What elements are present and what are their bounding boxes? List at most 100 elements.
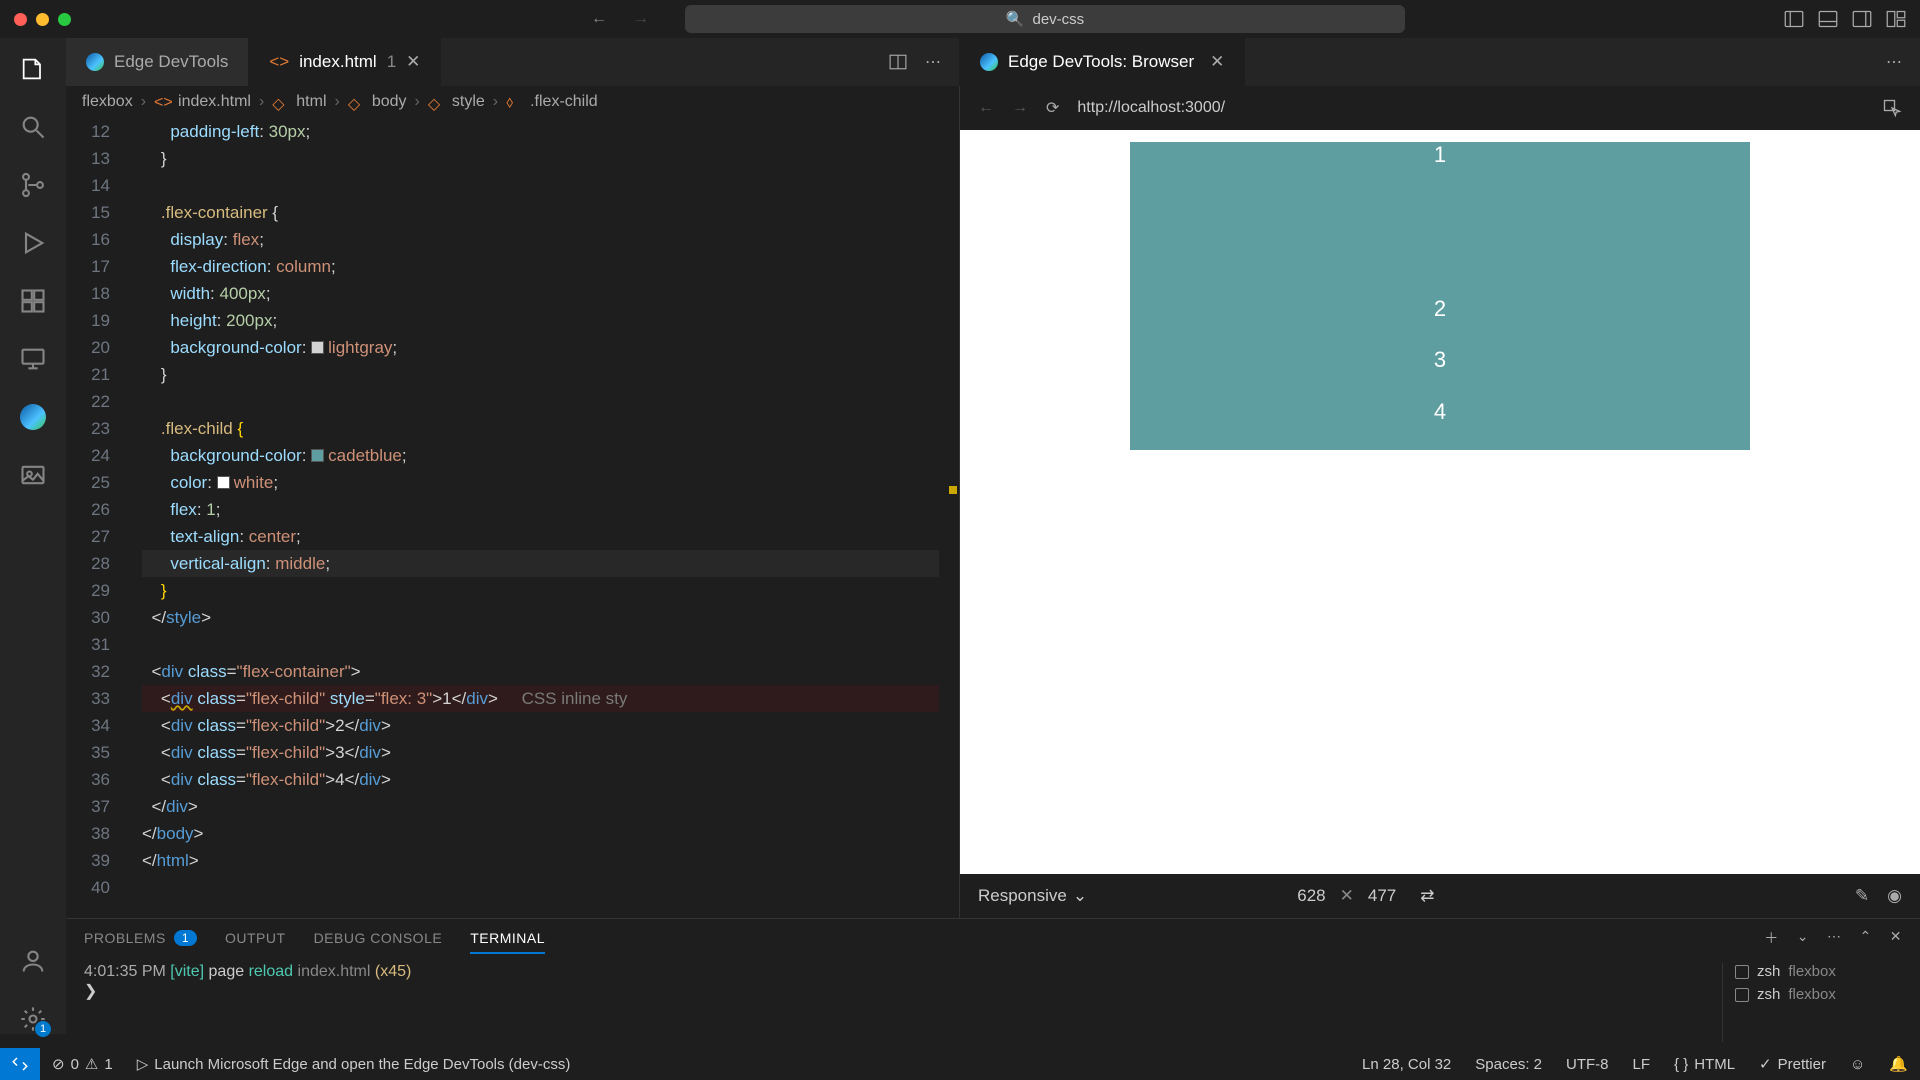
search-icon[interactable] [18, 112, 48, 142]
tab-label: Edge DevTools [114, 52, 228, 72]
url-bar[interactable]: http://localhost:3000/ [1077, 99, 1225, 117]
extensions-icon[interactable] [18, 286, 48, 316]
crumb[interactable]: flexbox [82, 93, 133, 111]
status-prettier[interactable]: ✓Prettier [1747, 1055, 1838, 1073]
crumb[interactable]: index.html [178, 93, 251, 111]
tab-edge-devtools[interactable]: Edge DevTools [66, 38, 249, 86]
inspect-icon[interactable] [1882, 98, 1902, 118]
tab-modified-count: 1 [387, 52, 396, 72]
close-icon[interactable]: ✕ [406, 52, 420, 72]
browser-back-icon[interactable]: ← [978, 99, 994, 117]
close-window[interactable] [14, 13, 27, 26]
settings-icon[interactable]: 1 [18, 1004, 48, 1034]
account-icon[interactable] [18, 946, 48, 976]
minimap-warning-marker [949, 486, 957, 494]
split-editor-icon[interactable] [889, 53, 907, 71]
remote-indicator[interactable] [0, 1048, 40, 1080]
terminal-entry[interactable]: zsh flexbox [1735, 963, 1902, 980]
edge-icon [86, 53, 104, 71]
terminal-list: zsh flexbox zsh flexbox [1722, 963, 1902, 1042]
media-icon[interactable] [18, 460, 48, 490]
more-icon[interactable]: ⋯ [1886, 52, 1902, 72]
tab-terminal[interactable]: TERMINAL [470, 930, 545, 954]
css-class-icon: ⬨ [506, 94, 522, 110]
maximize-panel-icon[interactable]: ⌃ [1860, 928, 1872, 948]
crumb[interactable]: html [296, 93, 326, 111]
status-spaces[interactable]: Spaces: 2 [1463, 1055, 1554, 1073]
status-encoding[interactable]: UTF-8 [1554, 1055, 1621, 1073]
remote-explorer-icon[interactable] [18, 344, 48, 374]
record-icon[interactable]: ◉ [1887, 886, 1902, 906]
breadcrumbs[interactable]: flexbox› <>index.html› ◇html› ◇body› ◇st… [66, 86, 959, 118]
nav-back-icon[interactable]: ← [591, 10, 607, 28]
swap-dimensions-icon[interactable]: ⇄ [1420, 886, 1434, 906]
tab-index-html[interactable]: <> index.html 1 ✕ [249, 38, 441, 86]
close-icon[interactable]: ✕ [1210, 52, 1224, 72]
status-errors[interactable]: ⊘0 ⚠1 [40, 1055, 125, 1073]
terminal[interactable]: 4:01:35 PM [vite] page reload index.html… [66, 957, 1920, 1048]
preview-child: 3 [1130, 347, 1750, 398]
tab-edge-browser[interactable]: Edge DevTools: Browser ✕ [960, 38, 1245, 86]
reload-icon[interactable]: ⟳ [1046, 98, 1059, 118]
terminal-time: 4:01:35 PM [84, 963, 166, 980]
eyedropper-icon[interactable]: ✎ [1855, 886, 1869, 906]
check-icon: ✓ [1759, 1055, 1772, 1073]
symbol-icon: ◇ [428, 94, 444, 110]
close-icon: ✕ [1340, 886, 1354, 906]
explorer-icon[interactable] [18, 54, 48, 84]
chevron-down-icon[interactable]: ⌄ [1797, 928, 1809, 948]
crumb[interactable]: style [452, 93, 485, 111]
tab-output[interactable]: OUTPUT [225, 930, 286, 946]
browser-viewport[interactable]: 1 2 3 4 [960, 130, 1920, 874]
close-panel-icon[interactable]: ✕ [1890, 928, 1902, 948]
symbol-icon: ◇ [348, 94, 364, 110]
bottom-panel: PROBLEMS 1 OUTPUT DEBUG CONSOLE TERMINAL… [66, 918, 1920, 1048]
status-launch[interactable]: ▷Launch Microsoft Edge and open the Edge… [125, 1055, 583, 1073]
browser-pane: ← → ⟳ http://localhost:3000/ 1 2 3 4 Res… [960, 86, 1920, 918]
shell-icon [1735, 965, 1749, 979]
crumb[interactable]: body [372, 93, 407, 111]
browser-forward-icon[interactable]: → [1012, 99, 1028, 117]
device-toolbar: Responsive ⌄ 628 ✕ 477 ⇄ ✎ ◉ [960, 874, 1920, 918]
activity-bar: 1 [0, 38, 66, 1034]
command-center[interactable]: 🔍 dev-css [685, 5, 1405, 33]
status-lang[interactable]: { } HTML [1662, 1055, 1747, 1073]
crumb[interactable]: .flex-child [530, 93, 598, 111]
panel-right-icon[interactable] [1852, 9, 1872, 29]
terminal-entry[interactable]: zsh flexbox [1735, 986, 1902, 1003]
preview-child: 1 [1130, 142, 1750, 296]
problems-badge: 1 [174, 930, 197, 946]
edge-icon [980, 53, 998, 71]
new-terminal-icon[interactable]: ＋ [1764, 928, 1779, 948]
minimize-window[interactable] [36, 13, 49, 26]
html-file-icon: <> [269, 52, 289, 72]
nav-forward-icon[interactable]: → [633, 10, 649, 28]
status-feedback-icon[interactable]: ☺ [1838, 1055, 1877, 1073]
settings-badge: 1 [35, 1021, 51, 1037]
more-icon[interactable]: ⋯ [1827, 928, 1842, 948]
code-icon: { } [1674, 1056, 1688, 1073]
error-icon: ⊘ [52, 1055, 65, 1073]
more-icon[interactable]: ⋯ [925, 52, 941, 72]
code-editor[interactable]: 1213141516171819202122232425262728293031… [66, 118, 959, 918]
device-mode-select[interactable]: Responsive ⌄ [978, 886, 1087, 906]
preview-child: 4 [1130, 399, 1750, 450]
terminal-prompt: ❯ [84, 983, 97, 1000]
symbol-icon: ◇ [272, 94, 288, 110]
tab-label: Edge DevTools: Browser [1008, 52, 1194, 72]
maximize-window[interactable] [58, 13, 71, 26]
tab-problems[interactable]: PROBLEMS 1 [84, 930, 197, 946]
status-eol[interactable]: LF [1621, 1055, 1663, 1073]
status-cursor[interactable]: Ln 28, Col 32 [1350, 1055, 1463, 1073]
viewport-width[interactable]: 628 [1297, 886, 1325, 906]
debug-icon[interactable] [18, 228, 48, 258]
panel-left-icon[interactable] [1784, 9, 1804, 29]
edge-devtools-icon[interactable] [18, 402, 48, 432]
panel-bottom-icon[interactable] [1818, 9, 1838, 29]
layout-icon[interactable] [1886, 9, 1906, 29]
source-control-icon[interactable] [18, 170, 48, 200]
tab-debug-console[interactable]: DEBUG CONSOLE [314, 930, 443, 946]
viewport-height[interactable]: 477 [1368, 886, 1396, 906]
status-bell-icon[interactable]: 🔔 [1877, 1055, 1920, 1073]
minimap[interactable] [939, 118, 959, 918]
